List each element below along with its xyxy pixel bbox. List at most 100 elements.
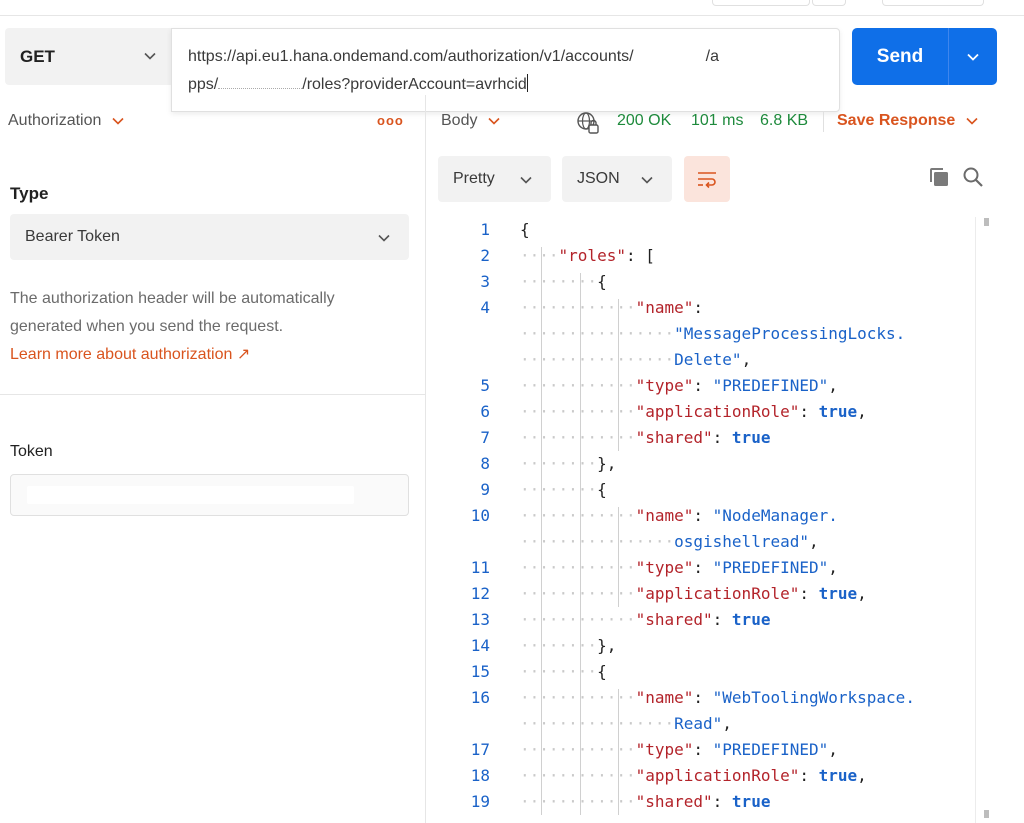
send-options-button[interactable]	[949, 28, 997, 85]
chevron-down-icon	[966, 117, 978, 125]
code-text: ············"applicationRole": true,	[520, 581, 867, 607]
code-line: ················"MessageProcessingLocks.	[441, 321, 981, 347]
json-token: "applicationRole"	[635, 766, 800, 785]
toolbar-stub[interactable]	[712, 0, 810, 6]
status-code[interactable]: 200 OK	[617, 112, 671, 130]
indent-guide-dots: ················	[520, 714, 675, 733]
chevron-down-icon	[520, 176, 532, 184]
json-token: osgishellread"	[674, 532, 809, 551]
more-options-icon[interactable]: ooo	[377, 113, 404, 128]
code-line: 18 ············"applicationRole": true,	[441, 763, 981, 789]
json-token: "name"	[635, 688, 694, 707]
json-token: :	[693, 506, 713, 525]
line-number: 3	[480, 272, 490, 291]
indent-guide-dots: ················	[520, 350, 675, 369]
redacted-segment	[218, 77, 303, 89]
chevron-down-icon	[488, 117, 501, 125]
json-token: :	[693, 298, 704, 317]
authorization-tab[interactable]: Authorization	[8, 112, 125, 130]
response-size[interactable]: 6.8 KB	[760, 112, 808, 130]
auth-description: The authorization header will be automat…	[10, 290, 335, 335]
scrollbar-arrow-down[interactable]	[984, 810, 989, 818]
search-icon[interactable]	[962, 166, 984, 188]
code-line: ················Delete",	[441, 347, 981, 373]
code-line: 13 ············"shared": true	[441, 607, 981, 633]
json-token: :	[712, 610, 732, 629]
json-token: "PREDEFINED"	[712, 740, 829, 759]
json-token: "type"	[635, 740, 694, 759]
json-token: {	[520, 220, 530, 239]
code-line: 17 ············"type": "PREDEFINED",	[441, 737, 981, 763]
json-token: "name"	[635, 506, 694, 525]
code-line: 15 ········{	[441, 659, 981, 685]
json-token: {	[597, 662, 607, 681]
json-token: :	[712, 792, 732, 811]
line-number: 7	[480, 428, 490, 447]
code-text: ········{	[520, 477, 607, 503]
code-text: ········},	[520, 633, 616, 659]
line-number: 1	[480, 220, 490, 239]
json-token: :	[799, 402, 819, 421]
indent-guide-dots: ········	[520, 454, 598, 473]
method-label: GET	[20, 46, 55, 66]
json-token: "NodeManager.	[712, 506, 838, 525]
json-token: "applicationRole"	[635, 402, 800, 421]
json-token: :	[693, 558, 713, 577]
chevron-down-icon	[967, 53, 979, 61]
chevron-down-icon	[641, 176, 653, 184]
response-body-viewer[interactable]: 1{2 ····"roles": [3 ········{4 ············…	[441, 217, 981, 823]
format-select[interactable]: Pretty	[438, 156, 551, 202]
json-token: "roles"	[558, 246, 626, 265]
code-line: 10 ············"name": "NodeManager.	[441, 503, 981, 529]
auth-type-select[interactable]: Bearer Token	[10, 214, 409, 260]
url-input[interactable]: https://api.eu1.hana.ondemand.com/author…	[171, 28, 840, 112]
json-token: true	[731, 428, 771, 447]
json-token: },	[597, 636, 617, 655]
scrollbar-arrow-up[interactable]	[984, 218, 989, 226]
wrap-lines-icon	[698, 172, 716, 189]
toolbar-stub[interactable]	[882, 0, 984, 6]
json-token: Read"	[674, 714, 723, 733]
code-text: ················"MessageProcessingLocks.	[520, 321, 905, 347]
learn-more-link[interactable]: Learn more about authorization ↗	[10, 341, 250, 369]
copy-icon[interactable]	[928, 166, 950, 188]
indent-guide-dots: ····	[520, 246, 559, 265]
toolbar-stub[interactable]	[812, 0, 846, 6]
language-select[interactable]: JSON	[562, 156, 672, 202]
url-text-part: pps/	[188, 76, 219, 93]
authorization-tab-label: Authorization	[8, 112, 102, 129]
method-select[interactable]: GET	[5, 28, 171, 85]
code-text: ················osgishellread",	[520, 529, 819, 555]
wrap-lines-button[interactable]	[684, 156, 730, 202]
chevron-down-icon	[112, 117, 124, 125]
code-text: ················Delete",	[520, 347, 751, 373]
json-token: :	[712, 428, 732, 447]
code-line: 7 ············"shared": true	[441, 425, 981, 451]
json-token: "PREDEFINED"	[712, 376, 829, 395]
code-line: 11 ············"type": "PREDEFINED",	[441, 555, 981, 581]
code-line: 9 ········{	[441, 477, 981, 503]
json-token: :	[799, 766, 819, 785]
code-text: ············"applicationRole": true,	[520, 399, 867, 425]
code-text: ············"type": "PREDEFINED",	[520, 555, 838, 581]
indent-guide-dots: ················	[520, 532, 675, 551]
scrollbar-track[interactable]	[975, 217, 976, 823]
token-input[interactable]	[10, 474, 409, 516]
language-value: JSON	[577, 170, 620, 187]
json-token: ,	[828, 558, 838, 577]
line-number: 4	[480, 298, 490, 317]
indent-guide	[541, 247, 543, 815]
response-time[interactable]: 101 ms	[691, 112, 743, 130]
line-number: 10	[470, 506, 490, 525]
network-globe-icon[interactable]	[576, 111, 600, 135]
send-button[interactable]: Send	[852, 28, 948, 85]
indent-guide-dots: ········	[520, 662, 598, 681]
pane-divider[interactable]	[425, 95, 426, 823]
body-tab[interactable]: Body	[441, 112, 501, 130]
code-line: 2 ····"roles": [	[441, 243, 981, 269]
line-number: 12	[470, 584, 490, 603]
indent-guide	[618, 507, 620, 607]
code-line: 14 ········},	[441, 633, 981, 659]
header-divider	[823, 112, 824, 132]
save-response-button[interactable]: Save Response	[837, 112, 979, 130]
